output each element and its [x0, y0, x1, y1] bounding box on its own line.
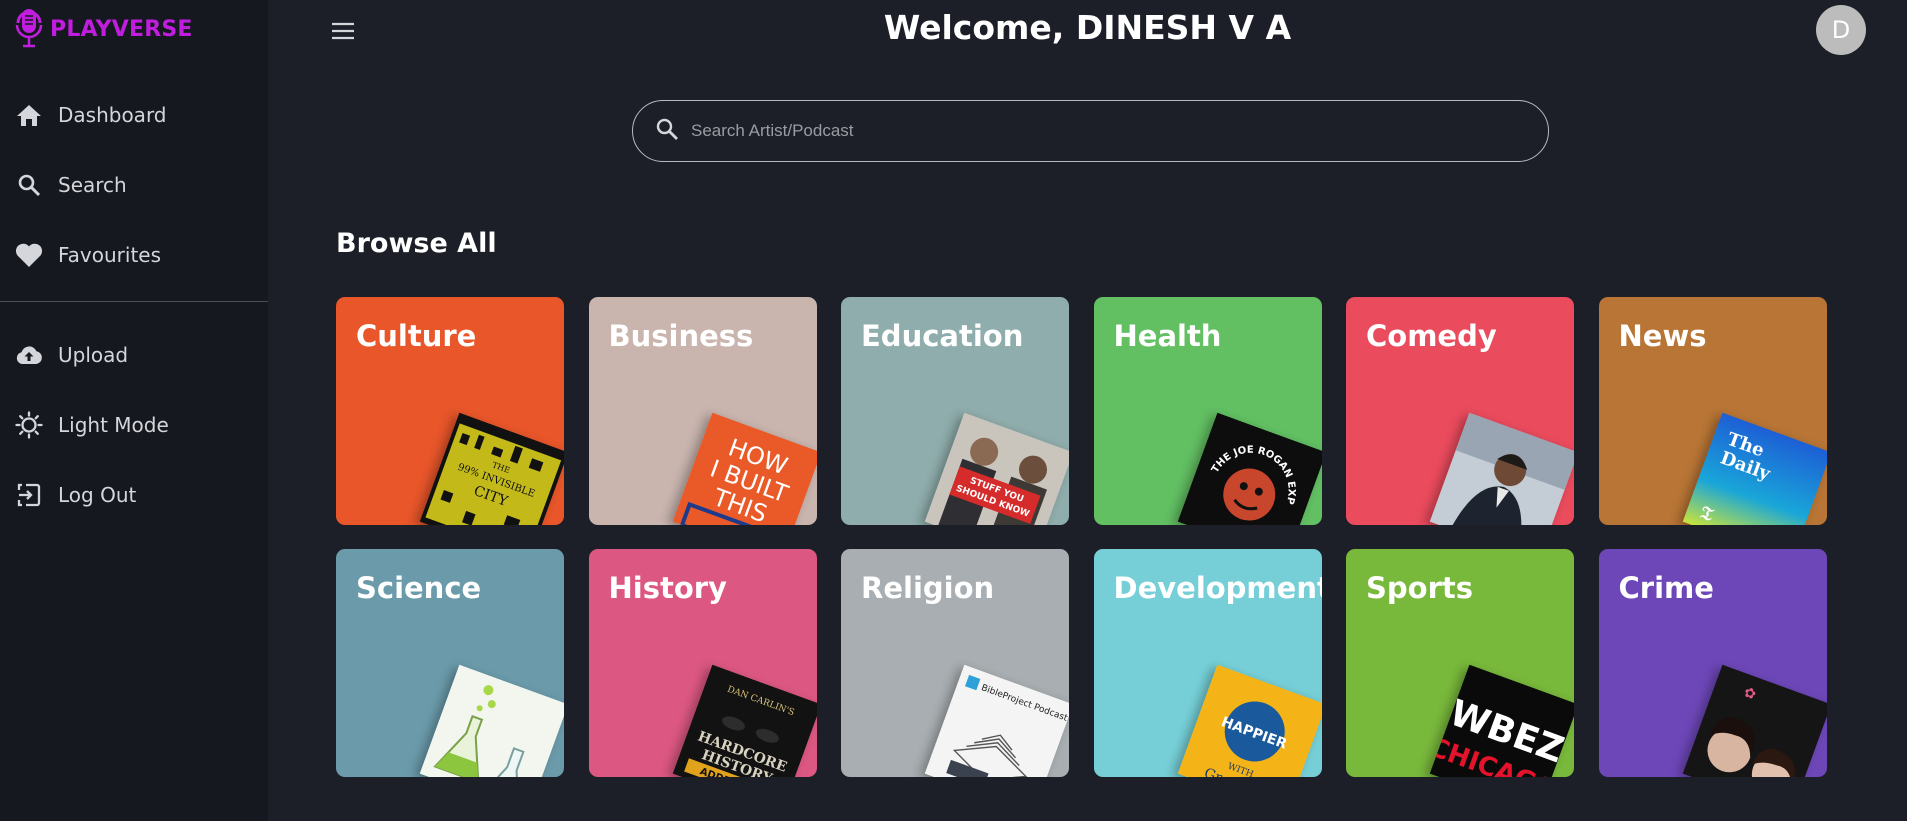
category-card-culture[interactable]: Culture THE 99% INVISIBLE CITY [336, 297, 564, 525]
category-title: News [1618, 319, 1707, 353]
sidebar-item-label: Search [58, 173, 127, 197]
podcast-cover-image: HAPPIERWITHGretchen [1177, 664, 1322, 777]
category-card-business[interactable]: Business HOW I BUILT THIS [588, 297, 817, 525]
sidebar-item-light-mode[interactable]: Light Mode [0, 390, 268, 460]
category-card-sports[interactable]: Sports WBEZ CHICAGO [1346, 549, 1574, 777]
category-title: Culture [356, 319, 477, 353]
category-title: Science [356, 571, 482, 605]
heart-icon [14, 240, 44, 270]
sidebar-item-label: Upload [58, 343, 129, 367]
app-name: PLAYVERSE [50, 16, 193, 42]
main-content: Welcome, DINESH V A D Browse All Culture… [268, 0, 1907, 821]
sidebar-item-favourites[interactable]: Favourites [0, 220, 268, 290]
welcome-heading: Welcome, DINESH V A [883, 8, 1292, 47]
category-card-health[interactable]: Health THE JOE ROGAN EXPE [1093, 297, 1322, 525]
category-title: Religion [861, 571, 995, 605]
podcast-cover-image: The Daily 𝔗 [1682, 412, 1827, 525]
category-title: Sports [1366, 571, 1473, 605]
podcast-cover-image: ✿ [1682, 664, 1827, 777]
sidebar-item-label: Dashboard [58, 103, 167, 127]
category-title: Health [1113, 319, 1222, 353]
home-icon [14, 100, 44, 130]
sidebar-item-label: Log Out [58, 483, 137, 507]
category-title: Development [1113, 571, 1322, 605]
sidebar: PLAYVERSE Dashboard Search Favourites Up… [0, 0, 268, 821]
category-card-development[interactable]: Development HAPPIERWITHGretchen [1093, 549, 1322, 777]
avatar[interactable]: D [1816, 5, 1866, 55]
logout-icon [14, 480, 44, 510]
sidebar-item-log-out[interactable]: Log Out [0, 460, 268, 530]
category-card-history[interactable]: History DAN CARLIN'SHARDCOREHISTORYADDEN… [588, 549, 817, 777]
podcast-cover-image: STUFF YOU SHOULD KNOW [924, 412, 1069, 525]
sun-icon [14, 410, 44, 440]
category-card-religion[interactable]: Religion BibleProject Podcast [841, 549, 1069, 777]
sidebar-item-label: Light Mode [58, 413, 169, 437]
category-card-comedy[interactable]: Comedy [1346, 297, 1574, 525]
app-root: PLAYVERSE Dashboard Search Favourites Up… [0, 0, 1907, 821]
sidebar-item-dashboard[interactable]: Dashboard [0, 80, 268, 150]
category-card-news[interactable]: News The Daily 𝔗 [1598, 297, 1827, 525]
podcast-cover-image: HOW I BUILT THIS [672, 412, 817, 525]
category-card-science[interactable]: Science [336, 549, 564, 777]
podcast-cover-image [1429, 412, 1574, 525]
category-title: Education [861, 319, 1024, 353]
sidebar-item-search[interactable]: Search [0, 150, 268, 220]
search-icon [655, 117, 679, 145]
category-title: Comedy [1366, 319, 1497, 353]
category-title: Crime [1618, 571, 1714, 605]
podcast-cover-image: DAN CARLIN'SHARDCOREHISTORYADDENDUM [672, 664, 817, 777]
microphone-logo-icon [14, 5, 44, 53]
category-title: History [608, 571, 727, 605]
category-card-education[interactable]: Education STUFF YOU SHOULD KNOW [841, 297, 1069, 525]
search-icon [14, 170, 44, 200]
podcast-cover-image: BibleProject Podcast [924, 664, 1069, 777]
sidebar-item-upload[interactable]: Upload [0, 320, 268, 390]
search-input[interactable] [691, 121, 1511, 141]
search-bar [632, 100, 1549, 162]
category-grid: Culture THE 99% INVISIBLE CITY Business HO… [336, 297, 1827, 777]
podcast-cover-image: THE JOE ROGAN EXPE [1177, 413, 1322, 525]
podcast-cover-image: THE 99% INVISIBLE CITY [419, 412, 564, 525]
browse-all-heading: Browse All [336, 228, 497, 259]
podcast-cover-image [419, 664, 564, 777]
cloud-upload-icon [14, 340, 44, 370]
category-title: Business [608, 319, 754, 353]
category-card-crime[interactable]: Crime ✿ [1598, 549, 1827, 777]
logo[interactable]: PLAYVERSE [0, 0, 268, 58]
sidebar-item-label: Favourites [58, 243, 162, 267]
sidebar-divider [0, 301, 268, 302]
podcast-cover-image: WBEZ CHICAGO [1430, 664, 1574, 777]
